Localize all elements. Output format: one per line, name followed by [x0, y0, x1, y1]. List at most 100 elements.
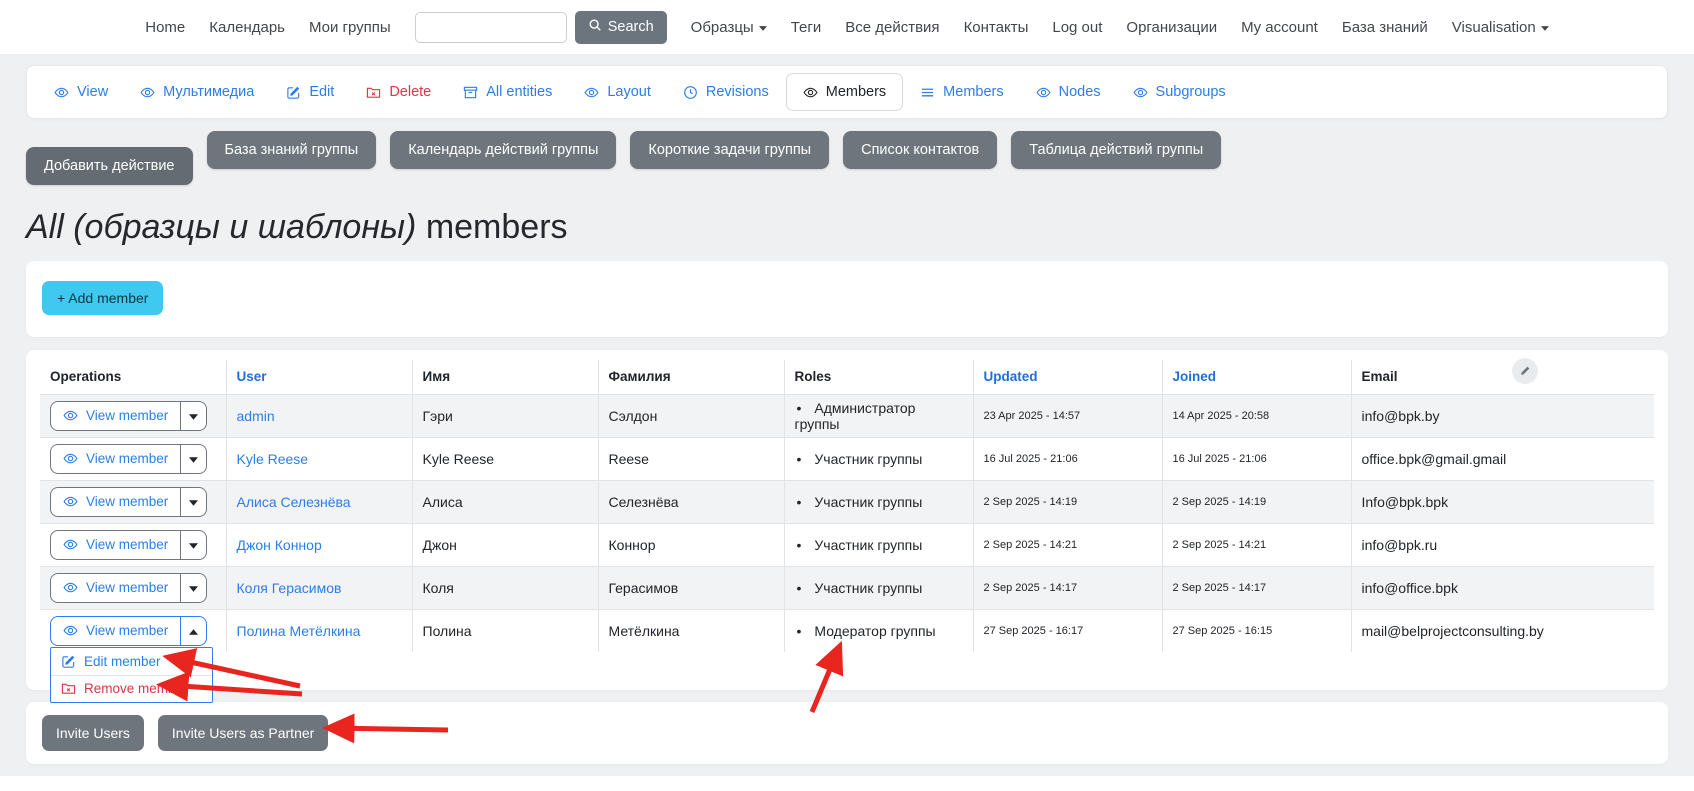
- archive-icon: [463, 85, 478, 100]
- eye-icon: [63, 623, 78, 638]
- joined-cell: 16 Jul 2025 - 21:06: [1162, 437, 1351, 480]
- joined-cell: 14 Apr 2025 - 20:58: [1162, 394, 1351, 437]
- joined-cell: 2 Sep 2025 - 14:17: [1162, 566, 1351, 609]
- eye-icon: [140, 85, 155, 100]
- caret-down-icon: [189, 537, 198, 552]
- header-first-name: Имя: [412, 360, 598, 394]
- nav-home[interactable]: Home: [145, 19, 185, 36]
- view-member-button[interactable]: View member: [50, 401, 181, 431]
- invite-users-as-partner-button[interactable]: Invite Users as Partner: [158, 715, 328, 751]
- add-action-button[interactable]: Добавить действие: [26, 147, 193, 185]
- eye-icon: [63, 580, 78, 595]
- table-row: View member Джон Коннор Джон Коннор Учас…: [40, 523, 1654, 566]
- view-member-button[interactable]: View member: [50, 530, 181, 560]
- remove-member-menu-item[interactable]: Remove member: [51, 675, 212, 702]
- edit-member-menu-item[interactable]: Edit member: [51, 648, 212, 675]
- first-name-cell: Kyle Reese: [412, 437, 598, 480]
- tab-nodes[interactable]: Nodes: [1021, 76, 1116, 108]
- tab-layout[interactable]: Layout: [569, 76, 666, 108]
- view-member-button[interactable]: View member: [50, 616, 181, 646]
- view-member-button[interactable]: View member: [50, 444, 181, 474]
- view-member-button-group: View member: [50, 573, 207, 603]
- table-row: View member Коля Герасимов Коля Герасимо…: [40, 566, 1654, 609]
- roles-cell: Участник группы: [784, 480, 973, 523]
- view-member-button[interactable]: View member: [50, 487, 181, 517]
- clock-icon: [683, 85, 698, 100]
- search-button[interactable]: Search: [575, 11, 667, 44]
- user-link[interactable]: Kyle Reese: [237, 451, 309, 467]
- user-link[interactable]: Джон Коннор: [237, 537, 322, 553]
- entity-tabs-bar: View Мультимедиа Edit Delete All entitie…: [26, 65, 1668, 119]
- top-navbar: Home Календарь Мои группы Search Образцы…: [0, 0, 1694, 55]
- tab-all-entities[interactable]: All entities: [448, 76, 567, 108]
- members-table: Operations User Имя Фамилия Roles Update…: [40, 360, 1654, 652]
- view-member-caret-button[interactable]: [180, 616, 207, 646]
- eye-icon: [63, 451, 78, 466]
- tab-subgroups[interactable]: Subgroups: [1118, 76, 1241, 108]
- email-cell: office.bpk@gmail.gmail: [1351, 437, 1654, 480]
- nav-my-groups[interactable]: Мои группы: [309, 19, 391, 36]
- footer-strip: [0, 776, 1694, 791]
- tab-members-list[interactable]: Members: [905, 76, 1018, 108]
- user-link[interactable]: Алиса Селезнёва: [237, 494, 351, 510]
- joined-cell: 27 Sep 2025 - 16:15: [1162, 609, 1351, 652]
- nav-knowledge-base[interactable]: База знаний: [1342, 19, 1428, 36]
- header-updated-sort: Updated: [973, 360, 1162, 394]
- caret-down-icon: [1541, 26, 1549, 31]
- view-member-button-group: View member: [50, 444, 207, 474]
- roles-cell: Участник группы: [784, 566, 973, 609]
- nav-my-account[interactable]: My account: [1241, 19, 1318, 36]
- last-name-cell: Метёлкина: [598, 609, 784, 652]
- email-cell: info@bpk.by: [1351, 394, 1654, 437]
- nav-visualisation-dropdown[interactable]: Visualisation: [1452, 19, 1549, 36]
- nav-log-out[interactable]: Log out: [1052, 19, 1102, 36]
- tab-revisions[interactable]: Revisions: [668, 76, 784, 108]
- user-link[interactable]: admin: [237, 408, 275, 424]
- view-member-button-group: View member: [50, 401, 207, 431]
- nav-organizations[interactable]: Организации: [1126, 19, 1217, 36]
- eye-icon: [63, 494, 78, 509]
- user-link[interactable]: Коля Герасимов: [237, 580, 342, 596]
- header-last-name: Фамилия: [598, 360, 784, 394]
- user-link[interactable]: Полина Метёлкина: [237, 623, 361, 639]
- last-name-cell: Герасимов: [598, 566, 784, 609]
- tab-members-active[interactable]: Members: [786, 73, 903, 111]
- edit-columns-icon[interactable]: [1512, 358, 1538, 384]
- header-joined-sort: Joined: [1162, 360, 1351, 394]
- tab-edit[interactable]: Edit: [271, 76, 349, 108]
- group-actions-table-button[interactable]: Таблица действий группы: [1011, 131, 1221, 169]
- view-member-caret-button[interactable]: [180, 530, 207, 560]
- roles-cell: Участник группы: [784, 437, 973, 480]
- updated-cell: 2 Sep 2025 - 14:21: [973, 523, 1162, 566]
- nav-tags[interactable]: Теги: [791, 19, 822, 36]
- joined-cell: 2 Sep 2025 - 14:21: [1162, 523, 1351, 566]
- view-member-caret-button[interactable]: [180, 444, 207, 474]
- search-input[interactable]: [415, 12, 567, 43]
- group-knowledge-base-button[interactable]: База знаний группы: [207, 131, 377, 169]
- view-member-caret-button[interactable]: [180, 401, 207, 431]
- view-member-caret-button[interactable]: [180, 573, 207, 603]
- nav-samples-dropdown[interactable]: Образцы: [691, 19, 767, 36]
- nav-all-actions[interactable]: Все действия: [845, 19, 939, 36]
- group-short-tasks-button[interactable]: Короткие задачи группы: [630, 131, 829, 169]
- view-member-caret-button[interactable]: [180, 487, 207, 517]
- folder-x-icon: [366, 85, 381, 100]
- first-name-cell: Коля: [412, 566, 598, 609]
- view-member-button[interactable]: View member: [50, 573, 181, 603]
- view-member-button-group: View member: [50, 487, 207, 517]
- tab-multimedia[interactable]: Мультимедиа: [125, 76, 269, 108]
- tab-delete[interactable]: Delete: [351, 76, 446, 108]
- invite-users-button[interactable]: Invite Users: [42, 715, 144, 751]
- nav-contacts[interactable]: Контакты: [964, 19, 1029, 36]
- contacts-list-button[interactable]: Список контактов: [843, 131, 997, 169]
- add-member-button[interactable]: + Add member: [42, 281, 163, 315]
- last-name-cell: Коннор: [598, 523, 784, 566]
- group-actions-calendar-button[interactable]: Календарь действий группы: [390, 131, 616, 169]
- email-cell: info@office.bpk: [1351, 566, 1654, 609]
- tab-view[interactable]: View: [39, 76, 123, 108]
- page-title: All (образцы и шаблоны) members: [26, 205, 1668, 249]
- pencil-square-icon: [61, 654, 76, 669]
- nav-calendar[interactable]: Календарь: [209, 19, 285, 36]
- header-user-sort: User: [226, 360, 412, 394]
- table-row: View member Алиса Селезнёва Алиса Селезн…: [40, 480, 1654, 523]
